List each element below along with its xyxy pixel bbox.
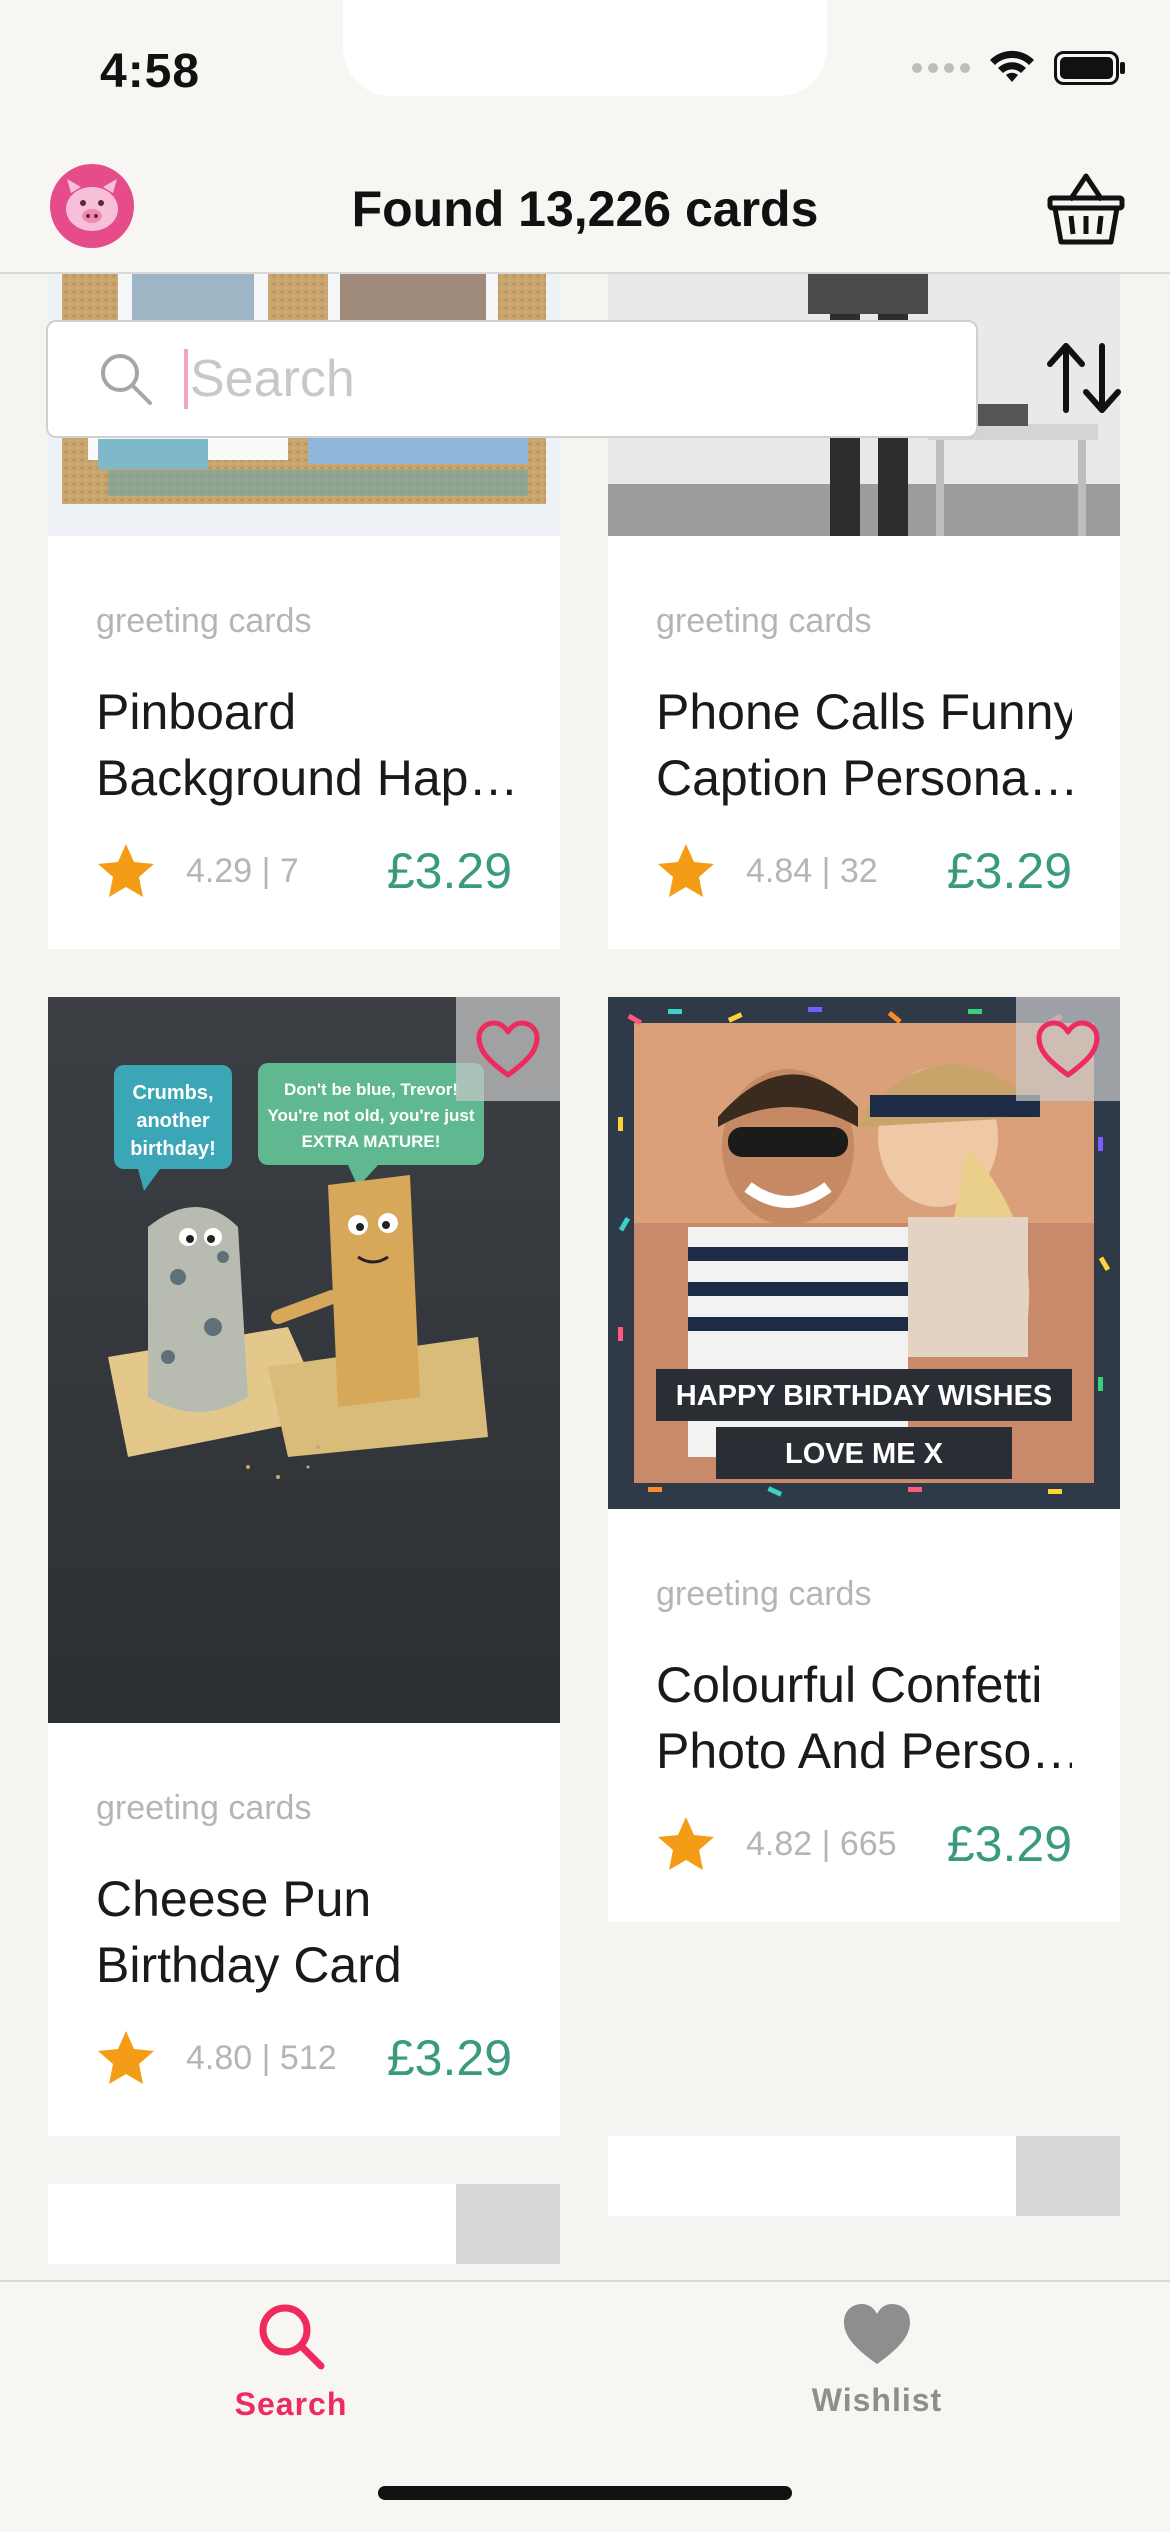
card-rating: 4.82 | 665: [746, 1824, 897, 1863]
heart-outline-icon: [476, 1020, 540, 1078]
svg-text:You're not old, you're just: You're not old, you're just: [267, 1106, 474, 1125]
card-footer: 4.84 | 32 £3.29: [656, 841, 1072, 901]
tab-label: Search: [234, 2386, 348, 2422]
notch: [343, 0, 827, 96]
home-indicator: [378, 2486, 792, 2500]
tab-wishlist[interactable]: Wishlist: [727, 2300, 1027, 2419]
product-card[interactable]: [608, 2136, 1120, 2216]
text-caret: [184, 349, 188, 409]
card-rating: 4.29 | 7: [186, 851, 299, 890]
search-icon: [259, 2304, 325, 2370]
svg-text:LOVE ME X: LOVE ME X: [785, 1438, 944, 1470]
card-footer: 4.80 | 512 £3.29: [96, 2028, 512, 2088]
card-body: greeting cards Colourful Confetti Photo …: [608, 1509, 1120, 1922]
star-icon: [658, 1817, 714, 1870]
tab-label: Wishlist: [811, 2382, 943, 2418]
card-category: greeting cards: [96, 602, 312, 640]
wishlist-toggle[interactable]: [456, 997, 560, 1101]
card-rating: 4.80 | 512: [186, 2038, 337, 2077]
wifi-icon: [990, 50, 1034, 82]
results-scroll-area[interactable]: greeting cards Pinboard Background Hap… …: [0, 274, 1170, 2280]
star-icon: [98, 844, 154, 897]
card-price: £3.29: [946, 843, 1072, 899]
wishlist-toggle[interactable]: [1016, 997, 1120, 1101]
svg-text:another: another: [136, 1110, 210, 1132]
card-title: Colourful Confetti Photo And Perso…: [656, 1657, 1072, 1779]
card-title: Pinboard Background Hap…: [96, 684, 512, 806]
status-icons: [912, 50, 1126, 86]
card-price: £3.29: [386, 2030, 512, 2086]
nav-header: Found 13,226 cards: [0, 150, 1170, 274]
cellular-signal-icon: [912, 63, 970, 73]
wishlist-toggle[interactable]: [1016, 2136, 1120, 2216]
card-category: greeting cards: [656, 1575, 872, 1613]
wishlist-toggle[interactable]: [456, 2184, 560, 2264]
card-image[interactable]: Crumbs, another birthday! Don't be blue,…: [48, 997, 560, 1723]
search-bar[interactable]: [46, 320, 978, 438]
heart-outline-icon: [1036, 1020, 1100, 1078]
sort-arrows-icon[interactable]: [1042, 336, 1126, 420]
battery-icon: [1054, 51, 1125, 85]
svg-text:HAPPY BIRTHDAY WISHES: HAPPY BIRTHDAY WISHES: [676, 1380, 1053, 1412]
status-bar: 4:58: [0, 0, 1170, 150]
svg-text:Crumbs,: Crumbs,: [132, 1082, 213, 1104]
product-card[interactable]: HAPPY BIRTHDAY WISHES LOVE ME X greeting…: [608, 997, 1120, 1922]
grid-column-right: greeting cards Phone Calls Funny Caption…: [608, 274, 1120, 2264]
search-icon: [101, 354, 152, 405]
card-title: Phone Calls Funny Caption Persona…: [656, 684, 1072, 806]
card-category: greeting cards: [656, 602, 872, 640]
card-price: £3.29: [386, 843, 512, 899]
card-body: greeting cards Cheese Pun Birthday Card …: [48, 1723, 560, 2136]
card-rating: 4.84 | 32: [746, 851, 878, 890]
basket-icon[interactable]: [1046, 170, 1126, 250]
svg-text:Don't be blue, Trevor!: Don't be blue, Trevor!: [284, 1080, 458, 1099]
svg-text:birthday!: birthday!: [130, 1138, 216, 1160]
status-time: 4:58: [100, 45, 201, 98]
card-price: £3.29: [946, 1816, 1072, 1872]
card-body: greeting cards Phone Calls Funny Caption…: [608, 536, 1120, 949]
card-title: Cheese Pun Birthday Card: [96, 1871, 402, 1993]
star-icon: [98, 2031, 154, 2084]
card-image[interactable]: HAPPY BIRTHDAY WISHES LOVE ME X: [608, 997, 1120, 1509]
svg-text:EXTRA MATURE!: EXTRA MATURE!: [302, 1132, 441, 1151]
tab-search[interactable]: Search: [141, 2300, 441, 2423]
product-card[interactable]: [48, 2184, 560, 2264]
card-footer: 4.82 | 665 £3.29: [656, 1814, 1072, 1874]
card-category: greeting cards: [96, 1789, 312, 1827]
star-icon: [658, 844, 714, 897]
card-body: greeting cards Pinboard Background Hap… …: [48, 536, 560, 949]
page-title: Found 13,226 cards: [351, 181, 819, 237]
card-footer: 4.29 | 7 £3.29: [96, 841, 512, 901]
product-card[interactable]: Crumbs, another birthday! Don't be blue,…: [48, 997, 560, 2136]
grid-column-left: greeting cards Pinboard Background Hap… …: [48, 274, 560, 2280]
heart-icon: [844, 2304, 910, 2364]
search-input[interactable]: [190, 349, 890, 409]
